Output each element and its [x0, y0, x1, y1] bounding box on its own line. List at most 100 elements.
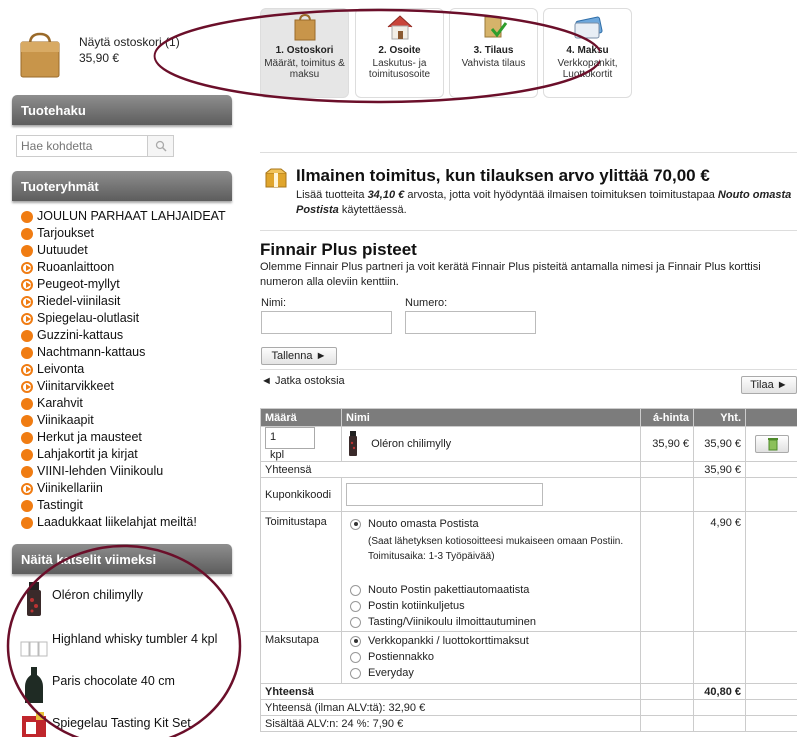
coupon-row: Kuponkikoodi [260, 477, 797, 512]
search-form [16, 135, 174, 157]
radio[interactable] [350, 616, 361, 628]
house-icon [387, 15, 412, 40]
payment-option[interactable]: Everyday [346, 665, 636, 681]
quantity-input[interactable]: 1 [265, 427, 315, 449]
category-item[interactable]: Lahjakortit ja kirjat [21, 446, 236, 463]
bullet-icon [21, 448, 33, 461]
product-name[interactable]: Oléron chilimylly [371, 438, 451, 450]
categories-heading: Tuoteryhmät [12, 171, 232, 201]
bullet-icon [21, 397, 33, 410]
pepper-mill-image [349, 431, 357, 456]
view-cart-link[interactable]: Näytä ostoskori (1) [79, 35, 180, 49]
recent-item[interactable]: Paris chocolate 40 cm [16, 666, 236, 706]
bullet-icon [21, 414, 33, 427]
category-item[interactable]: Nachtmann-kattaus [21, 344, 236, 361]
delivery-option[interactable]: Postin kotiinkuljetus [346, 598, 636, 614]
delivery-option[interactable]: Nouto Postin pakettiautomaatista [346, 582, 636, 598]
step-address[interactable]: 2. Osoite Laskutus- ja toimitusosoite [355, 8, 444, 98]
recent-item[interactable]: Oléron chilimylly [16, 580, 236, 620]
category-item[interactable]: Karahvit [21, 395, 236, 412]
divider [260, 230, 797, 231]
search-heading: Tuotehaku [12, 95, 232, 125]
grand-total-value: 40,80 € [693, 683, 746, 700]
bullet-icon [21, 465, 33, 478]
name-field[interactable] [261, 311, 392, 334]
bullet-icon [21, 227, 33, 240]
continue-shopping-link[interactable]: ◄ Jatka ostoksia [261, 375, 345, 387]
recently-viewed-heading: Näitä katselit viimeksi [12, 544, 232, 574]
radio-selected[interactable] [350, 635, 361, 647]
name-label: Nimi: [261, 297, 287, 309]
subtotal-row: Yhteensä 35,90 € [260, 461, 797, 478]
expand-arrow-icon [21, 482, 33, 495]
delivery-option[interactable]: Nouto omasta Postista [346, 516, 636, 532]
finnair-title: Finnair Plus pisteet [260, 240, 417, 259]
row-total: 35,90 € [693, 426, 746, 462]
recent-item[interactable]: Spiegelau Tasting Kit Set [16, 708, 236, 737]
category-item[interactable]: Ruoanlaittoon [21, 259, 236, 276]
step-order[interactable]: 3. Tilaus Vahvista tilaus [449, 8, 538, 98]
category-item[interactable]: JOULUN PARHAAT LAHJAIDEAT [21, 208, 236, 225]
category-item[interactable]: Herkut ja mausteet [21, 429, 236, 446]
free-shipping-title: Ilmainen toimitus, kun tilauksen arvo yl… [296, 166, 710, 185]
category-item[interactable]: Viinikellariin [21, 480, 236, 497]
expand-arrow-icon [21, 363, 33, 376]
order-button[interactable]: Tilaa ► [741, 376, 797, 394]
bullet-icon [21, 210, 33, 223]
step-payment[interactable]: 4. Maksu Verkkopankit, Luottokortit [543, 8, 632, 98]
payment-option[interactable]: Postiennakko [346, 649, 636, 665]
chocolate-bottle-image [25, 667, 43, 703]
coupon-input[interactable] [346, 483, 543, 506]
category-item[interactable]: Viinikaapit [21, 412, 236, 429]
category-item[interactable]: Tastingit [21, 497, 236, 514]
divider [260, 369, 797, 370]
category-item[interactable]: Riedel-viinilasit [21, 293, 236, 310]
radio-selected[interactable] [350, 518, 361, 530]
remove-button[interactable] [754, 435, 789, 453]
category-item[interactable]: Uutuudet [21, 242, 236, 259]
vat-row: Sisältää ALV:n: 24 %: 7,90 € [260, 715, 797, 732]
radio[interactable] [350, 600, 361, 612]
bullet-icon [21, 244, 33, 257]
step-cart[interactable]: 1. Ostoskori Määrät, toimitus & maksu [260, 8, 349, 98]
category-item[interactable]: Spiegelau-olutlasit [21, 310, 236, 327]
grand-total-row: Yhteensä 40,80 € [260, 683, 797, 700]
save-button[interactable]: Tallenna ► [261, 347, 337, 365]
bullet-icon [21, 346, 33, 359]
category-list: JOULUN PARHAAT LAHJAIDEAT Tarjoukset Uut… [21, 208, 236, 531]
category-item[interactable]: Tarjoukset [21, 225, 236, 242]
pepper-mill-image [27, 582, 41, 616]
whisky-glasses-image [20, 641, 48, 657]
delivery-note: (Saat lähetyksen kotiosoitteesi mukaisee… [368, 536, 624, 562]
vat-excl-row: Yhteensä (ilman ALV:tä): 32,90 € [260, 699, 797, 716]
payment-row: Maksutapa Verkkopankki / luottokorttimak… [260, 631, 797, 684]
bullet-icon [21, 329, 33, 342]
search-input[interactable] [16, 135, 148, 157]
bullet-icon [21, 516, 33, 529]
delivery-option[interactable]: Tasting/Viinikoulu ilmoittautuminen [346, 614, 636, 630]
expand-arrow-icon [21, 261, 33, 274]
category-item[interactable]: VIINI-lehden Viinikoulu [21, 463, 236, 480]
category-item[interactable]: Leivonta [21, 361, 236, 378]
radio[interactable] [350, 667, 361, 679]
shopping-bag-icon[interactable] [18, 30, 62, 78]
radio[interactable] [350, 651, 361, 663]
category-item[interactable]: Viinitarvikkeet [21, 378, 236, 395]
category-item[interactable]: Guzzini-kattaus [21, 327, 236, 344]
payment-option[interactable]: Verkkopankki / luottokorttimaksut [346, 633, 636, 649]
table-header-row: Määrä Nimi á-hinta Yht. [260, 408, 797, 427]
number-field[interactable] [405, 311, 536, 334]
bullet-icon [21, 499, 33, 512]
expand-arrow-icon [21, 312, 33, 325]
bullet-icon [21, 431, 33, 444]
expand-arrow-icon [21, 380, 33, 393]
confirm-check-icon [484, 16, 507, 38]
credit-card-icon [574, 16, 603, 39]
category-item[interactable]: Peugeot-myllyt [21, 276, 236, 293]
divider [260, 152, 797, 153]
mini-cart: Näytä ostoskori (1) 35,90 € [18, 30, 248, 82]
search-button[interactable] [147, 135, 174, 157]
recent-item[interactable]: Highland whisky tumbler 4 kpl [16, 624, 236, 664]
radio[interactable] [350, 584, 361, 596]
category-item[interactable]: Laadukkaat liikelahjat meiltä! [21, 514, 236, 531]
